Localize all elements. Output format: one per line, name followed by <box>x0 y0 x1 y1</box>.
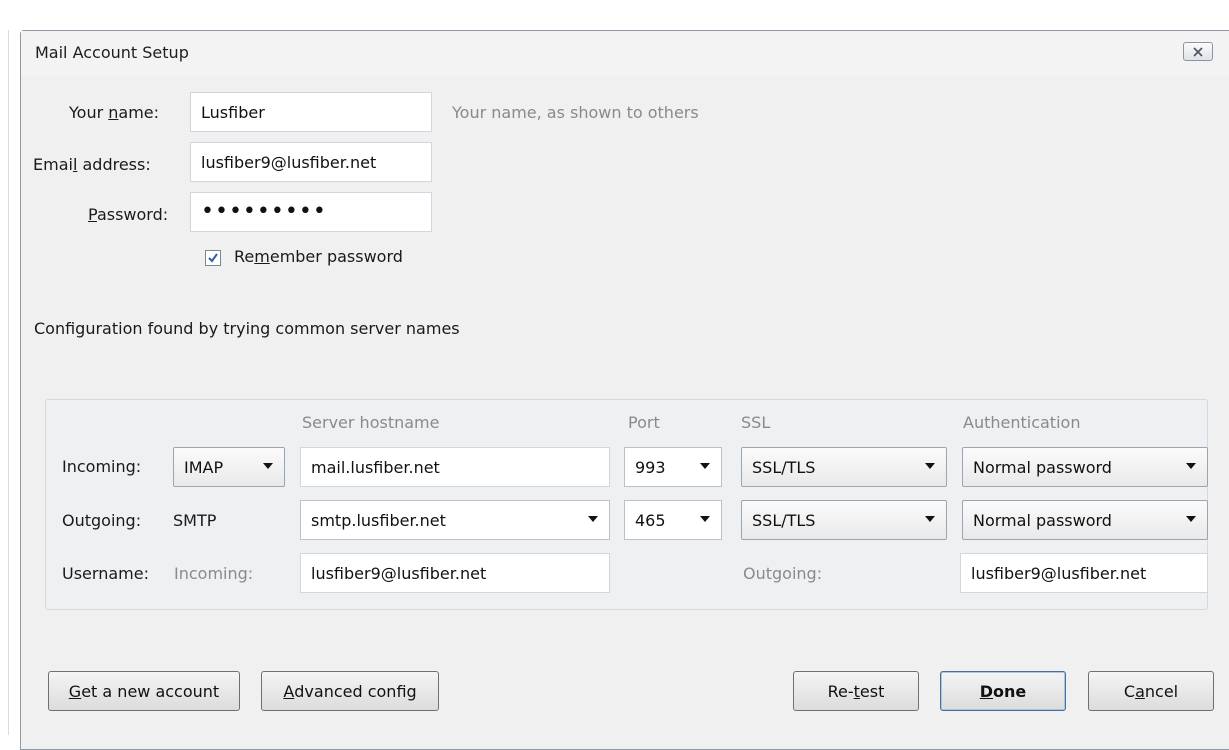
dropdown-caret-icon <box>925 516 935 522</box>
dropdown-caret-icon <box>1186 516 1196 522</box>
dropdown-caret-icon <box>1186 463 1196 469</box>
email-address-field[interactable]: lusfiber9@lusfiber.net <box>190 142 432 182</box>
cancel-button[interactable]: Ca ncel <box>1088 671 1214 711</box>
desktop-edge <box>8 30 9 735</box>
dropdown-caret-icon <box>263 463 273 469</box>
checkmark-icon <box>208 253 218 263</box>
incoming-ssl-select[interactable]: SSL/TLS <box>741 447 947 487</box>
incoming-username-field[interactable]: lusfiber9@lusfiber.net <box>300 553 610 593</box>
incoming-authentication-value: Normal password <box>973 457 1112 477</box>
dropdown-caret-icon <box>700 463 710 469</box>
incoming-ssl-value: SSL/TLS <box>752 457 816 477</box>
email-address-label: Email address: <box>33 155 151 174</box>
outgoing-authentication-value: Normal password <box>973 510 1112 530</box>
incoming-hostname-field[interactable]: mail.lusfiber.net <box>300 447 610 487</box>
your-name-label: Your name: <box>69 103 160 122</box>
your-name-field[interactable]: Lusfiber <box>190 92 432 132</box>
outgoing-hostname-select[interactable]: smtp.lusfiber.net <box>300 500 610 540</box>
close-button[interactable] <box>1183 42 1213 61</box>
outgoing-username-field[interactable]: lusfiber9@lusfiber.net <box>960 553 1208 593</box>
header-server-hostname: Server hostname <box>302 413 440 432</box>
title-bar: Mail Account Setup <box>21 31 1229 76</box>
done-button[interactable]: Done <box>940 671 1066 711</box>
outgoing-port-value: 465 <box>635 510 666 530</box>
dropdown-caret-icon <box>588 516 598 522</box>
remember-password-label[interactable]: Remember password <box>234 247 403 266</box>
incoming-label: Incoming: <box>62 457 142 476</box>
dropdown-caret-icon <box>700 516 710 522</box>
header-authentication: Authentication <box>963 413 1081 432</box>
outgoing-authentication-select[interactable]: Normal password <box>962 500 1208 540</box>
password-label: Password: <box>88 205 169 224</box>
incoming-port-select[interactable]: 993 <box>624 447 722 487</box>
outgoing-hostname-value: smtp.lusfiber.net <box>311 510 446 530</box>
configuration-status-text: Configuration found by trying common ser… <box>34 319 460 338</box>
outgoing-ssl-select[interactable]: SSL/TLS <box>741 500 947 540</box>
password-field[interactable]: ••••••••• <box>190 192 432 232</box>
mail-account-setup-dialog: Mail Account Setup Your name: Lusfiber Y… <box>20 30 1229 750</box>
retest-button[interactable]: Re-t est <box>793 671 919 711</box>
get-new-account-button[interactable]: Get a new account <box>48 671 240 711</box>
outgoing-protocol: SMTP <box>173 511 217 530</box>
outgoing-ssl-value: SSL/TLS <box>752 510 816 530</box>
remember-password-checkbox[interactable] <box>205 250 221 266</box>
your-name-hint: Your name, as shown to others <box>452 103 699 122</box>
window-title: Mail Account Setup <box>35 43 189 62</box>
password-mask: ••••••••• <box>201 199 327 224</box>
outgoing-label: Outgoing: <box>62 511 142 530</box>
incoming-protocol-select[interactable]: IMAP <box>173 447 285 487</box>
incoming-protocol-value: IMAP <box>184 457 224 477</box>
username-outgoing-label: Outgoing: <box>743 564 823 583</box>
header-port: Port <box>628 413 660 432</box>
incoming-authentication-select[interactable]: Normal password <box>962 447 1208 487</box>
username-label: Username: <box>62 564 149 583</box>
header-ssl: SSL <box>741 413 771 432</box>
advanced-config-button[interactable]: Advanced config <box>261 671 439 711</box>
close-icon <box>1193 46 1203 57</box>
incoming-port-value: 993 <box>635 457 666 477</box>
outgoing-port-select[interactable]: 465 <box>624 500 722 540</box>
username-incoming-label: Incoming: <box>174 564 254 583</box>
dropdown-caret-icon <box>925 463 935 469</box>
